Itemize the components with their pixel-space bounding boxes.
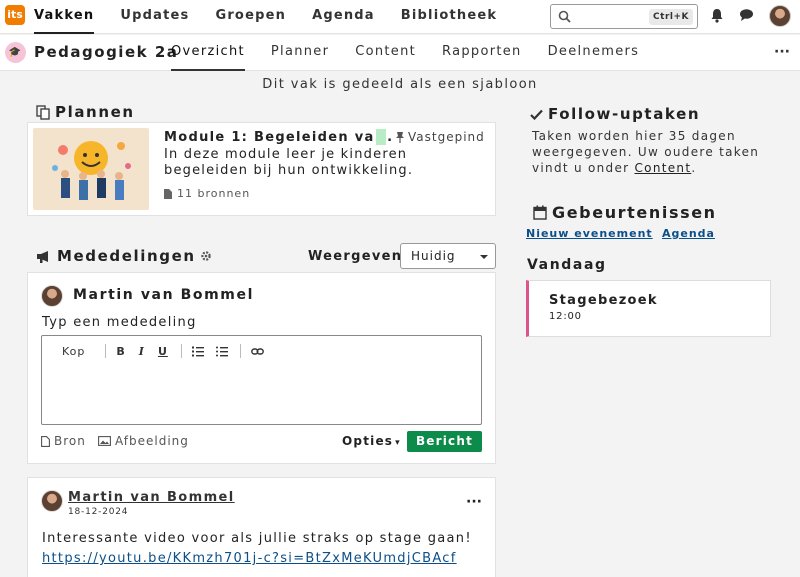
nav-item-vakken[interactable]: Vakken bbox=[34, 0, 95, 34]
toolbar-divider bbox=[105, 344, 107, 358]
post-author-link[interactable]: Martin van Bommel bbox=[68, 490, 235, 505]
announcement-composer: Martin van Bommel Typ een mededeling Kop… bbox=[27, 272, 496, 464]
bell-icon[interactable] bbox=[710, 8, 724, 23]
toolbar-divider bbox=[180, 344, 182, 358]
copy-icon bbox=[36, 104, 50, 120]
new-event-link[interactable]: Nieuw evenement bbox=[526, 227, 653, 240]
graduation-cap-icon: 🎓 bbox=[5, 42, 26, 63]
announcement-editor[interactable]: Kop B I U bbox=[41, 335, 482, 425]
options-button[interactable]: Opties ▾ bbox=[342, 434, 401, 448]
file-icon bbox=[164, 188, 172, 199]
attach-image-label: Afbeelding bbox=[115, 434, 189, 448]
chevron-down-icon: ▾ bbox=[395, 438, 401, 448]
tab-overzicht[interactable]: Overzicht bbox=[171, 35, 245, 71]
avatar bbox=[41, 285, 63, 307]
bold-button[interactable]: B bbox=[116, 345, 125, 358]
search-input[interactable]: Ctrl+K bbox=[550, 4, 698, 29]
shared-template-notice: Dit vak is gedeeld als een sjabloon bbox=[262, 77, 538, 92]
search-icon bbox=[558, 10, 571, 23]
followup-heading-label: Follow-uptaken bbox=[548, 105, 701, 123]
more-options-button[interactable]: ··· bbox=[774, 44, 790, 60]
top-navigation: its Vakken Updates Groepen Agenda Biblio… bbox=[0, 0, 800, 34]
event-card[interactable]: Stagebezoek 12:00 bbox=[526, 280, 771, 337]
heading-button[interactable]: Kop bbox=[62, 345, 85, 358]
post-date: 18-12-2024 bbox=[68, 507, 129, 517]
plans-heading-label: Plannen bbox=[55, 103, 135, 121]
nav-item-bibliotheek[interactable]: Bibliotheek bbox=[401, 0, 497, 34]
link-icon[interactable] bbox=[250, 346, 264, 357]
options-label: Opties bbox=[342, 434, 394, 448]
pin-icon bbox=[396, 132, 404, 143]
content-link[interactable]: Content bbox=[635, 161, 692, 175]
tab-rapporten[interactable]: Rapporten bbox=[442, 35, 522, 71]
events-heading: Gebeurtenissen bbox=[533, 203, 717, 222]
nav-item-updates[interactable]: Updates bbox=[120, 0, 189, 34]
nav-item-agenda[interactable]: Agenda bbox=[312, 0, 375, 34]
nav-item-groepen[interactable]: Groepen bbox=[215, 0, 286, 34]
post-more-button[interactable]: ··· bbox=[466, 494, 482, 510]
followup-heading: Follow-uptaken bbox=[530, 105, 700, 123]
agenda-link[interactable]: Agenda bbox=[662, 227, 715, 240]
tab-deelnemers[interactable]: Deelnemers bbox=[548, 35, 640, 71]
document-icon bbox=[41, 435, 50, 447]
status-tag bbox=[376, 129, 386, 145]
bullet-list-icon[interactable] bbox=[215, 346, 228, 357]
events-heading-label: Gebeurtenissen bbox=[552, 203, 717, 222]
announcements-heading: Mededelingen bbox=[36, 247, 211, 265]
chat-icon[interactable] bbox=[739, 8, 754, 22]
composer-author: Martin van Bommel bbox=[73, 287, 254, 303]
post-link[interactable]: https://youtu.be/KKmzh701j-c?si=BtZxMeKU… bbox=[42, 551, 457, 566]
module-title[interactable]: Module 1: Begeleiden va... bbox=[164, 130, 393, 145]
post-text: Interessante video voor als jullie strak… bbox=[42, 531, 472, 546]
image-icon bbox=[98, 436, 111, 446]
view-select-value: Huidig bbox=[411, 249, 456, 263]
attach-source-button[interactable]: Bron bbox=[41, 434, 86, 448]
toolbar-divider bbox=[239, 344, 241, 358]
search-shortcut: Ctrl+K bbox=[649, 9, 693, 25]
app-logo[interactable]: its bbox=[5, 5, 25, 25]
module-sources: 11 bronnen bbox=[164, 187, 250, 200]
avatar bbox=[41, 490, 63, 512]
module-card[interactable]: Module 1: Begeleiden va... Vastgepind In… bbox=[27, 122, 496, 216]
attach-image-button[interactable]: Afbeelding bbox=[98, 434, 189, 448]
attach-source-label: Bron bbox=[54, 434, 86, 448]
pinned-label: Vastgepind bbox=[408, 130, 485, 144]
main-nav: Vakken Updates Groepen Agenda Bibliothee… bbox=[34, 0, 523, 34]
gear-icon[interactable] bbox=[200, 251, 211, 261]
chevron-down-icon bbox=[480, 255, 488, 259]
calendar-icon bbox=[533, 205, 547, 220]
today-heading: Vandaag bbox=[527, 257, 607, 273]
course-tabs: Overzicht Planner Content Rapporten Deel… bbox=[171, 35, 665, 71]
followup-text-end: . bbox=[691, 161, 697, 175]
followup-text: Taken worden hier 35 dagen weergegeven. … bbox=[532, 128, 772, 176]
course-title: Pedagogiek 2a bbox=[34, 43, 179, 61]
module-illustration bbox=[33, 128, 149, 210]
underline-button[interactable]: U bbox=[158, 345, 168, 358]
user-avatar[interactable] bbox=[769, 5, 791, 27]
event-title: Stagebezoek bbox=[549, 293, 658, 308]
view-label: Weergeven bbox=[308, 249, 403, 264]
checkmark-icon bbox=[530, 109, 543, 120]
module-description: In deze module leer je kinderen begeleid… bbox=[164, 147, 414, 178]
composer-label: Typ een mededeling bbox=[42, 315, 197, 330]
event-time: 12:00 bbox=[549, 311, 582, 322]
announcement-post: Martin van Bommel 18-12-2024 ··· Interes… bbox=[27, 477, 496, 577]
tab-content[interactable]: Content bbox=[355, 35, 416, 71]
course-header: 🎓 Pedagogiek 2a Overzicht Planner Conten… bbox=[0, 35, 800, 71]
post-button[interactable]: Bericht bbox=[407, 431, 482, 452]
editor-toolbar: Kop B I U bbox=[52, 344, 264, 358]
plans-heading: Plannen bbox=[36, 103, 135, 121]
announcements-heading-label: Mededelingen bbox=[57, 247, 196, 265]
sources-count: 11 bronnen bbox=[177, 187, 251, 200]
ordered-list-icon[interactable] bbox=[191, 346, 204, 357]
pinned-badge: Vastgepind bbox=[395, 130, 485, 144]
tab-planner[interactable]: Planner bbox=[271, 35, 329, 71]
megaphone-icon bbox=[37, 250, 48, 263]
italic-button[interactable]: I bbox=[139, 345, 145, 358]
view-select[interactable]: Huidig bbox=[400, 243, 496, 269]
